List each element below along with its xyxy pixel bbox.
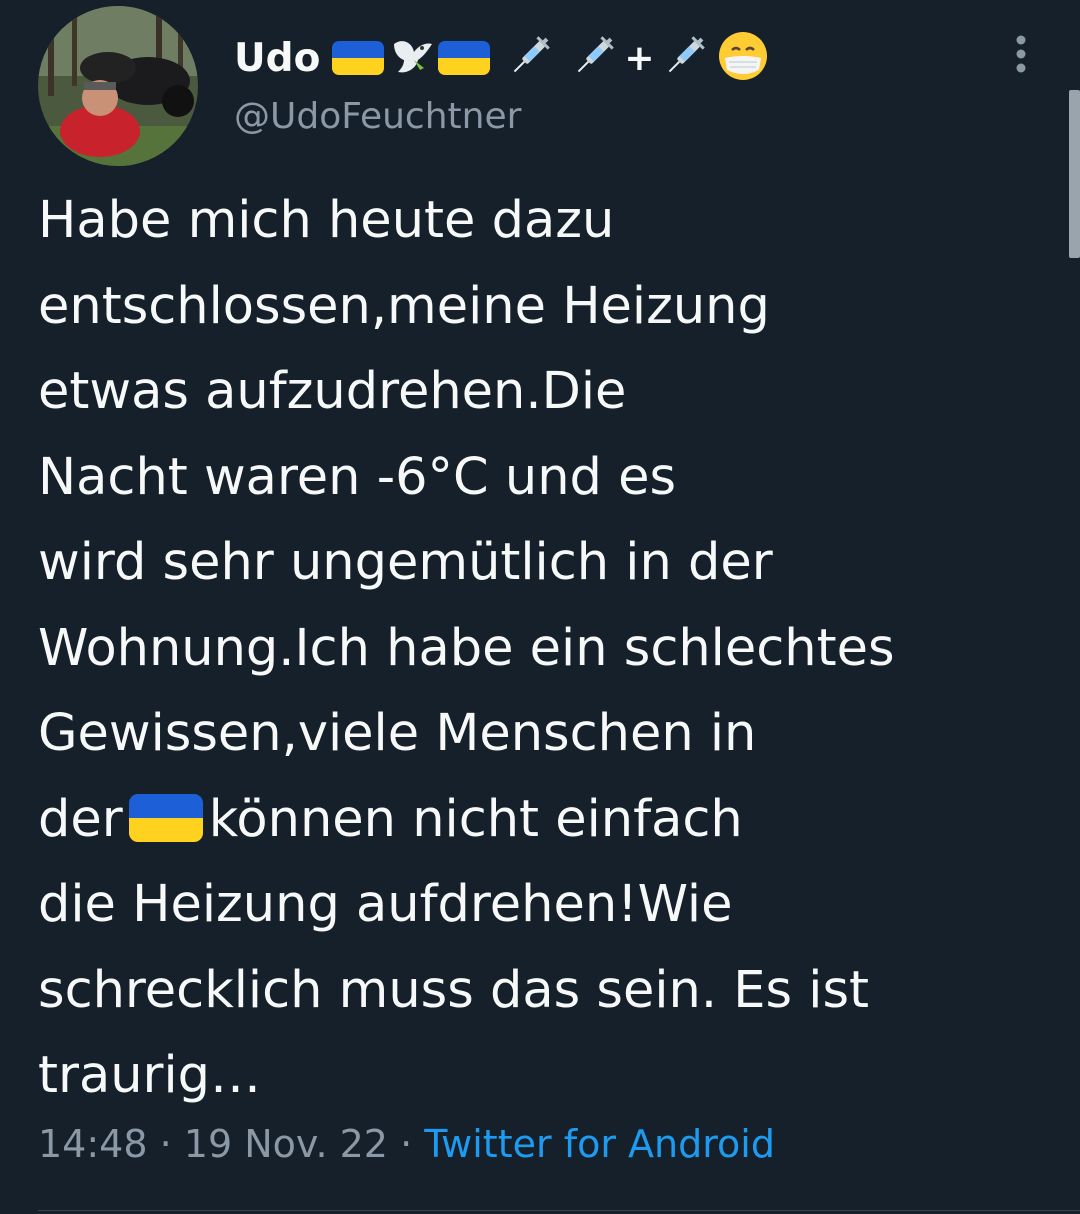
tweet-text-part-1: Habe mich heute dazu entschlossen,meine … [38, 191, 895, 849]
meta-separator: · [159, 1122, 172, 1166]
author-name-row[interactable]: Udo + [234, 30, 773, 86]
tweet-date[interactable]: 19 Nov. 22 [184, 1122, 388, 1166]
syringe-icon [661, 32, 709, 84]
plus-symbol: + [624, 37, 655, 79]
ukraine-flag-icon [128, 793, 203, 842]
author-handle[interactable]: @UdoFeuchtner [234, 96, 521, 137]
tweet-meta: 14:48 · 19 Nov. 22 · Twitter for Android [38, 1122, 775, 1166]
syringe-icon [570, 32, 618, 84]
avatar[interactable] [38, 6, 198, 166]
more-options-icon[interactable] [1006, 34, 1036, 74]
dove-icon [388, 34, 434, 82]
tweet: Udo + @UdoFeuchtner Habe mich heute dazu… [0, 0, 1080, 1214]
divider [38, 1210, 1080, 1211]
tweet-source-link[interactable]: Twitter for Android [424, 1122, 775, 1166]
scrollbar[interactable] [1069, 90, 1080, 258]
ukraine-flag-icon [438, 41, 491, 75]
tweet-text: Habe mich heute dazu entschlossen,meine … [38, 178, 1048, 1119]
meta-separator: · [400, 1122, 413, 1166]
syringe-icon [506, 32, 554, 84]
face-with-medical-mask-icon [717, 30, 769, 86]
ukraine-flag-icon [332, 41, 385, 75]
display-name[interactable]: Udo [234, 36, 320, 81]
tweet-time[interactable]: 14:48 [38, 1122, 148, 1166]
